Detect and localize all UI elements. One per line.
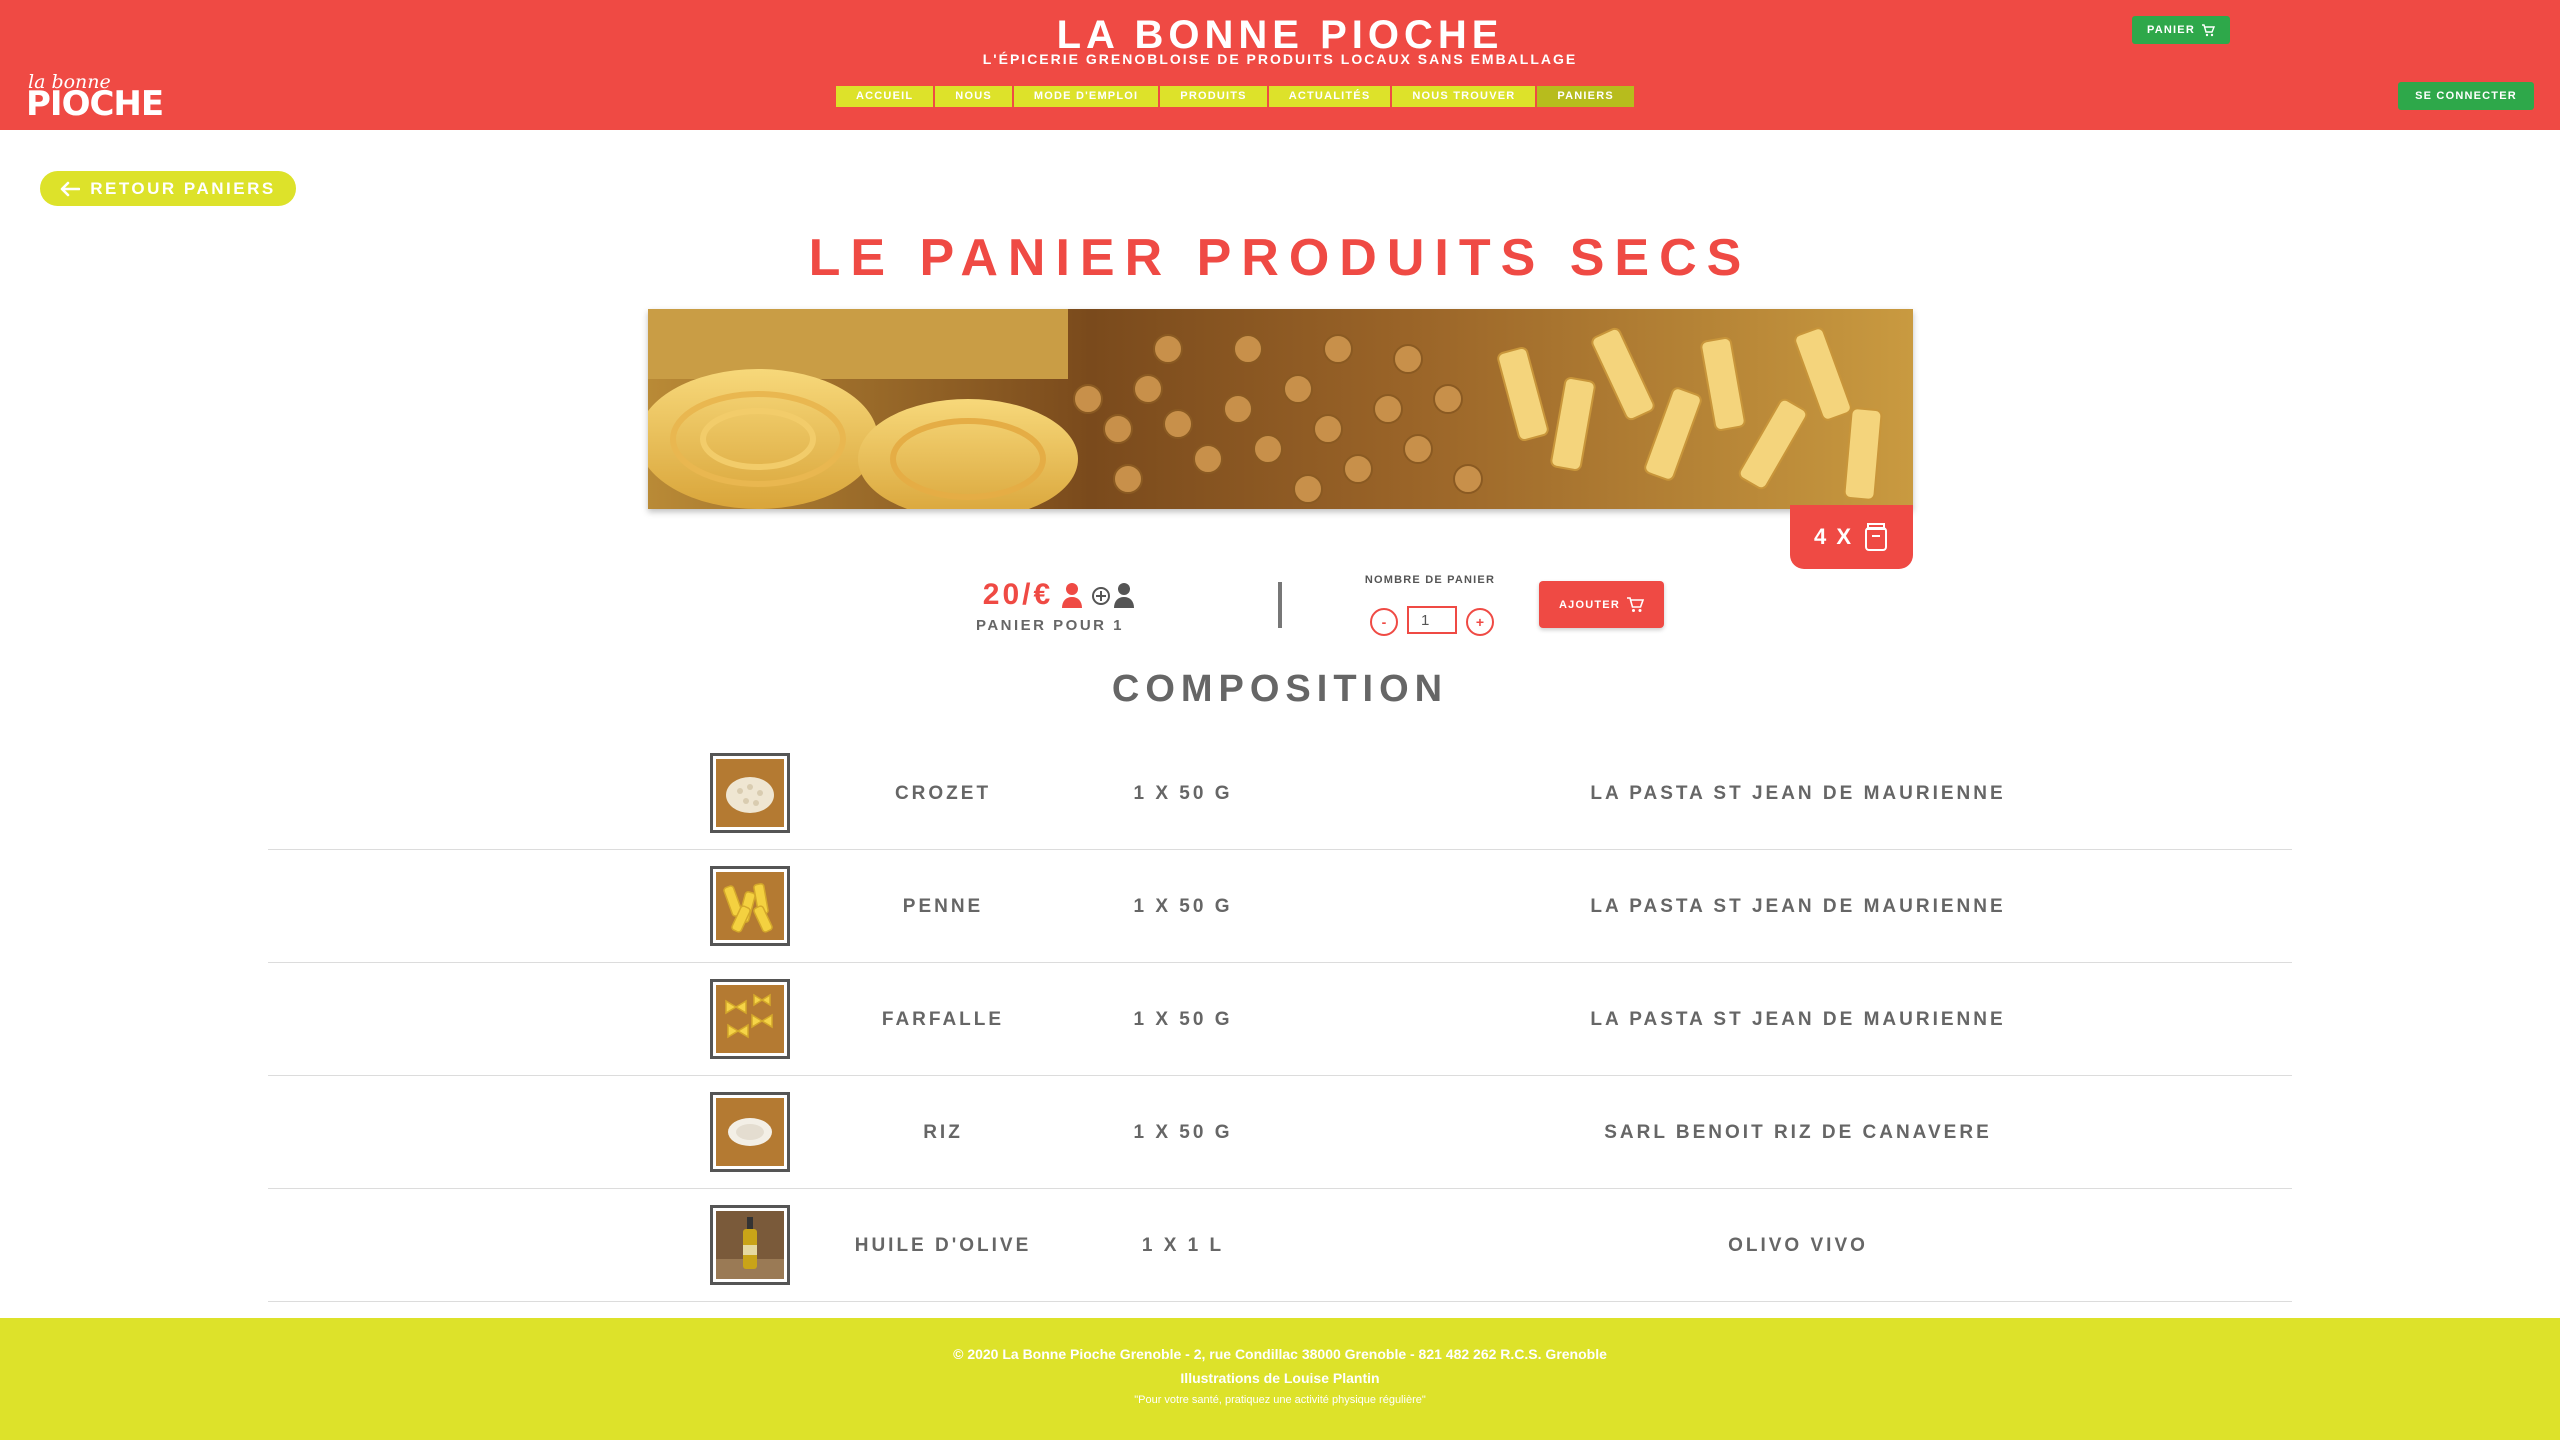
- add-button-label: AJOUTER: [1559, 598, 1620, 611]
- footer-copyright: © 2020 La Bonne Pioche Grenoble - 2, rue…: [953, 1346, 1607, 1362]
- add-person-icon[interactable]: [1091, 582, 1137, 608]
- cart-icon: [2201, 23, 2215, 36]
- basket-count-text: 4 X: [1813, 524, 1854, 549]
- table-row: HUILE D'OLIVE 1 X 1 L OLIVO VIVO: [268, 1189, 2292, 1302]
- nav-item-paniers[interactable]: PANIERS: [1537, 86, 1634, 107]
- item-producer: LA PASTA ST JEAN DE MAURIENNE: [1590, 1009, 2006, 1030]
- increase-quantity-button[interactable]: +: [1466, 608, 1494, 636]
- cart-button[interactable]: PANIER: [2132, 16, 2230, 44]
- nav-item-nous[interactable]: NOUS: [935, 86, 1014, 107]
- nav-item-actualites[interactable]: ACTUALITÉS: [1269, 86, 1393, 107]
- item-producer: SARL BENOIT RIZ DE CANAVERE: [1604, 1122, 1992, 1143]
- item-quantity: 1 X 50 G: [1133, 896, 1233, 917]
- person-icon: [1062, 583, 1083, 608]
- basket-count-badge: 4 X: [1790, 505, 1913, 569]
- main-nav: ACCUEIL NOUS MODE D'EMPLOI PRODUITS ACTU…: [836, 86, 1634, 107]
- price-value: 20/€: [982, 578, 1054, 611]
- item-quantity: 1 X 50 G: [1133, 1122, 1233, 1143]
- arrow-left-icon: [60, 181, 81, 196]
- olive-oil-thumbnail: [710, 1205, 790, 1285]
- item-name: FARFALLE: [881, 1009, 1005, 1030]
- table-row: FARFALLE 1 X 50 G LA PASTA ST JEAN DE MA…: [268, 963, 2292, 1076]
- item-name: PENNE: [902, 896, 984, 917]
- composition-title: COMPOSITION: [1111, 668, 1449, 710]
- penne-thumbnail: [710, 866, 790, 946]
- item-producer: LA PASTA ST JEAN DE MAURIENNE: [1590, 896, 2006, 917]
- item-name: CROZET: [894, 783, 992, 804]
- product-banner-image: [648, 309, 1913, 509]
- crozet-thumbnail: [710, 753, 790, 833]
- nav-item-produits[interactable]: PRODUITS: [1160, 86, 1269, 107]
- composition-table: CROZET 1 X 50 G LA PASTA ST JEAN DE MAUR…: [268, 737, 2292, 1302]
- basket-quantity-input[interactable]: [1407, 606, 1457, 634]
- footer-credits: Illustrations de Louise Plantin: [1180, 1370, 1380, 1386]
- site-header: la bonne PIOCHE LA BONNE PIOCHE L'ÉPICER…: [0, 0, 2560, 130]
- cart-button-label: PANIER: [2147, 24, 2195, 36]
- item-name: RIZ: [923, 1122, 963, 1143]
- farfalle-thumbnail: [710, 979, 790, 1059]
- table-row: CROZET 1 X 50 G LA PASTA ST JEAN DE MAUR…: [268, 737, 2292, 850]
- price-block: 20/€: [940, 575, 1180, 615]
- item-quantity: 1 X 50 G: [1133, 1009, 1233, 1030]
- site-subtitle: L'ÉPICERIE GRENOBLOISE DE PRODUITS LOCAU…: [982, 51, 1578, 67]
- item-quantity: 1 X 50 G: [1133, 783, 1233, 804]
- page-title: LE PANIER PRODUITS SECS: [808, 229, 1752, 287]
- jar-icon: [1865, 523, 1888, 551]
- item-name: HUILE D'OLIVE: [854, 1235, 1032, 1256]
- back-to-baskets-button[interactable]: RETOUR PANIERS: [40, 171, 296, 206]
- add-to-cart-button[interactable]: AJOUTER: [1539, 581, 1664, 628]
- back-button-label: RETOUR PANIERS: [90, 178, 276, 198]
- divider: [1278, 582, 1282, 628]
- footer-health-notice: "Pour votre santé, pratiquez une activit…: [1134, 1394, 1426, 1406]
- cart-icon: [1626, 596, 1644, 612]
- nav-item-accueil[interactable]: ACCUEIL: [836, 86, 936, 107]
- site-logo[interactable]: la bonne PIOCHE: [26, 72, 164, 124]
- table-row: RIZ 1 X 50 G SARL BENOIT RIZ DE CANAVERE: [268, 1076, 2292, 1189]
- nav-item-mode-emploi[interactable]: MODE D'EMPLOI: [1014, 86, 1161, 107]
- basket-quantity-label: NOMBRE DE PANIER: [1364, 574, 1496, 586]
- decrease-quantity-button[interactable]: -: [1370, 608, 1398, 636]
- riz-thumbnail: [710, 1092, 790, 1172]
- price-subtitle: PANIER POUR 1: [975, 617, 1125, 634]
- item-producer: OLIVO VIVO: [1728, 1235, 1868, 1256]
- table-row: PENNE 1 X 50 G LA PASTA ST JEAN DE MAURI…: [268, 850, 2292, 963]
- item-producer: LA PASTA ST JEAN DE MAURIENNE: [1590, 783, 2006, 804]
- site-footer: © 2020 La Bonne Pioche Grenoble - 2, rue…: [0, 1318, 2560, 1440]
- nav-item-nous-trouver[interactable]: NOUS TROUVER: [1392, 86, 1538, 107]
- login-button[interactable]: SE CONNECTER: [2398, 82, 2534, 110]
- item-quantity: 1 X 1 L: [1141, 1235, 1225, 1256]
- logo-big-text: PIOCHE: [26, 84, 164, 124]
